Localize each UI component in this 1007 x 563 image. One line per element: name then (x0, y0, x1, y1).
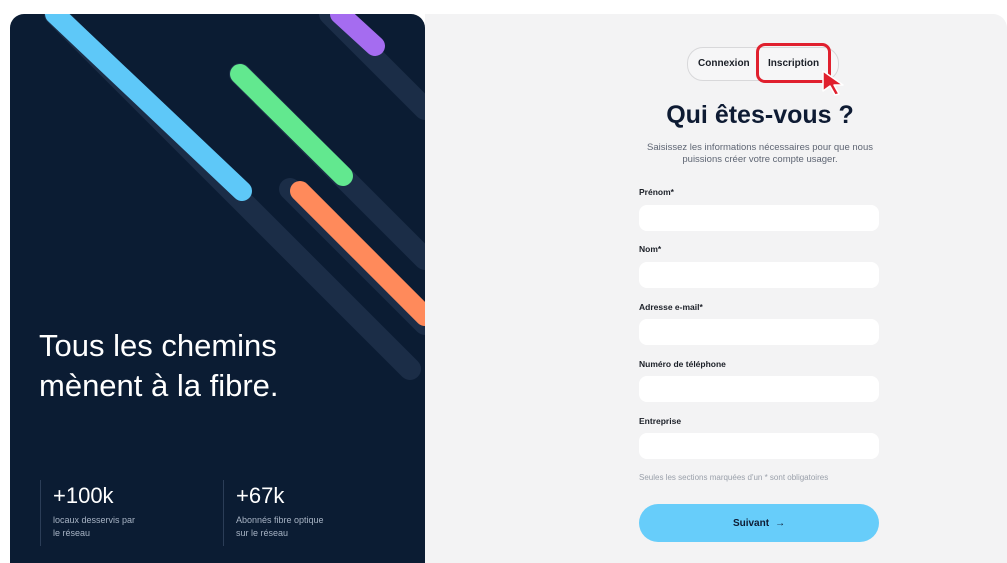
company-label: Entreprise (639, 416, 682, 426)
hero-panel: Tous les chemins mènent à la fibre. +100… (10, 14, 425, 563)
stat-caption: locaux desservis par le réseau (53, 515, 136, 538)
tab-login[interactable]: Connexion (698, 48, 750, 80)
stat-caption: Abonnés fibre optique sur le réseau (236, 515, 324, 538)
first-name-label: Prénom* (639, 187, 674, 197)
blue-streak (45, 14, 252, 201)
next-button-label: Suivant (732, 517, 770, 529)
pointer-cursor-icon (822, 70, 844, 96)
hero-headline: Tous les chemins mènent à la fibre. (39, 328, 279, 403)
stat-abonnes: +67k Abonnés fibre optique sur le réseau (223, 480, 324, 546)
stat-value: +67k (236, 483, 285, 508)
email-input[interactable] (639, 319, 879, 345)
signup-form-panel: Connexion Inscription Qui êtes-vous ? Sa… (425, 14, 1007, 563)
last-name-input[interactable] (639, 262, 879, 288)
first-name-input[interactable] (639, 205, 879, 231)
form-subtitle: Saisissez les informations nécessaires p… (646, 142, 873, 165)
email-label: Adresse e-mail* (639, 302, 703, 312)
stat-value: +100k (53, 483, 114, 508)
phone-input[interactable] (639, 376, 879, 402)
next-button[interactable]: Suivant → (639, 504, 879, 542)
green-streak (230, 64, 353, 186)
arrow-right-icon: → (775, 517, 786, 529)
form-title: Qui êtes-vous ? (666, 101, 854, 129)
phone-label: Numéro de téléphone (639, 359, 726, 369)
stat-locaux: +100k locaux desservis par le réseau (40, 480, 135, 546)
company-input[interactable] (639, 433, 879, 459)
last-name-label: Nom* (639, 244, 662, 254)
required-fields-note: Seules les sections marquées d'un * sont… (639, 473, 829, 482)
